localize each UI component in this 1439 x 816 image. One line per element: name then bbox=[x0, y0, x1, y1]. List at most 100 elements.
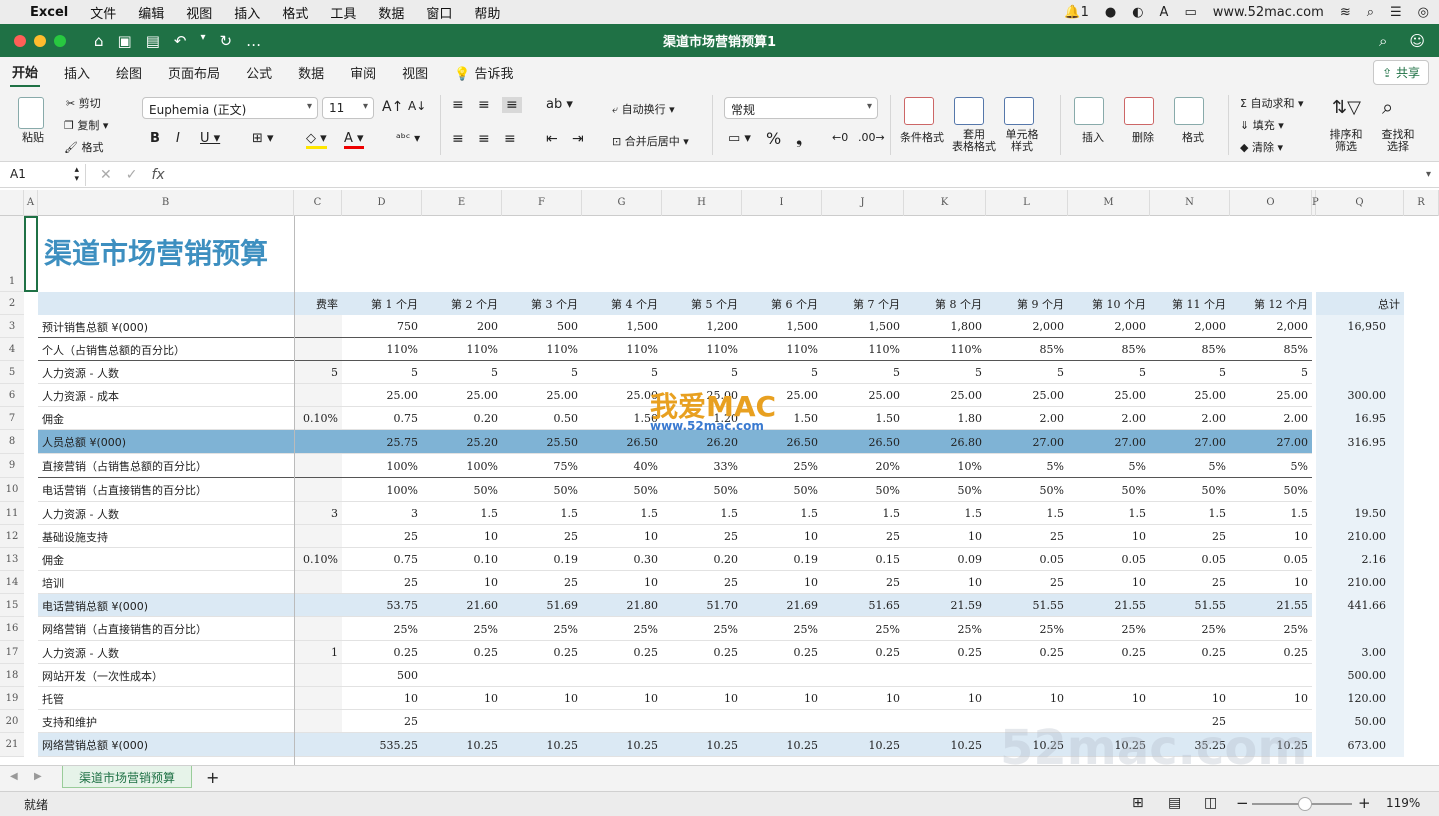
header-month[interactable]: 第 7 个月 bbox=[822, 292, 904, 315]
value-cell[interactable]: 10 bbox=[986, 687, 1068, 710]
row-header[interactable]: 15 bbox=[0, 594, 24, 617]
value-cell[interactable]: 21.59 bbox=[904, 594, 986, 617]
header-month[interactable]: 第 9 个月 bbox=[986, 292, 1068, 315]
conditional-format-icon[interactable] bbox=[904, 97, 934, 125]
row-label[interactable]: 直接营销（占销售总额的百分比） bbox=[38, 454, 294, 478]
value-cell[interactable]: 10 bbox=[422, 687, 502, 710]
sheet-title[interactable]: 渠道市场营销预算 bbox=[44, 232, 268, 272]
format-as-table-label[interactable]: 套用 表格格式 bbox=[950, 129, 998, 153]
header-month[interactable]: 第 10 个月 bbox=[1068, 292, 1150, 315]
value-cell[interactable]: 25 bbox=[822, 571, 904, 594]
value-cell[interactable]: 0.25 bbox=[742, 641, 822, 664]
value-cell[interactable]: 1,200 bbox=[662, 315, 742, 338]
battery-icon[interactable]: ▭ bbox=[1184, 5, 1196, 20]
account-icon[interactable]: ☺ bbox=[1409, 32, 1425, 50]
value-cell[interactable] bbox=[986, 664, 1068, 687]
borders-icon[interactable]: ⊞ ▾ bbox=[252, 131, 274, 146]
row-header[interactable]: 8 bbox=[0, 430, 24, 454]
value-cell[interactable]: 5 bbox=[422, 361, 502, 384]
column-header-d[interactable]: D bbox=[342, 190, 422, 216]
value-cell[interactable]: 25 bbox=[662, 571, 742, 594]
value-cell[interactable]: 1.5 bbox=[422, 502, 502, 525]
font-size-select[interactable]: 11 ▾ bbox=[322, 97, 374, 119]
wrap-text-button[interactable]: ⤶ 自动换行 ▾ bbox=[612, 101, 675, 117]
notification-icon[interactable]: 🔔1 bbox=[1064, 5, 1088, 20]
total-cell[interactable] bbox=[1316, 361, 1390, 384]
row-label[interactable]: 网站开发（一次性成本） bbox=[38, 664, 294, 687]
find-select-icon[interactable]: ⌕ bbox=[1382, 95, 1393, 119]
row-header[interactable]: 11 bbox=[0, 502, 24, 525]
accounting-icon[interactable]: ▭ ▾ bbox=[728, 131, 751, 146]
value-cell[interactable]: 110% bbox=[342, 338, 422, 361]
value-cell[interactable]: 25% bbox=[742, 617, 822, 641]
value-cell[interactable]: 25% bbox=[986, 617, 1068, 641]
row-label[interactable]: 人员总额 ¥(000) bbox=[38, 430, 294, 454]
value-cell[interactable]: 5% bbox=[1150, 454, 1230, 478]
value-cell[interactable] bbox=[422, 664, 502, 687]
row-label[interactable]: 支持和维护 bbox=[38, 710, 294, 733]
value-cell[interactable]: 25% bbox=[662, 617, 742, 641]
rate-cell[interactable]: 5 bbox=[294, 361, 342, 384]
value-cell[interactable]: 53.75 bbox=[342, 594, 422, 617]
paste-label[interactable]: 粘贴 bbox=[22, 129, 44, 145]
column-header-e[interactable]: E bbox=[422, 190, 502, 216]
row-label[interactable]: 电话营销（占直接销售的百分比） bbox=[38, 478, 294, 502]
row-label[interactable]: 基础设施支持 bbox=[38, 525, 294, 548]
value-cell[interactable]: 100% bbox=[342, 478, 422, 502]
header-month[interactable]: 第 5 个月 bbox=[662, 292, 742, 315]
orientation-icon[interactable]: ab ▾ bbox=[546, 97, 573, 112]
zoom-in-icon[interactable]: + bbox=[1358, 794, 1371, 812]
value-cell[interactable]: 25 bbox=[986, 525, 1068, 548]
total-cell[interactable]: 300.00 bbox=[1316, 384, 1390, 407]
value-cell[interactable]: 1.5 bbox=[662, 502, 742, 525]
rate-cell[interactable] bbox=[294, 315, 342, 338]
value-cell[interactable] bbox=[1230, 664, 1312, 687]
row-label[interactable]: 托管 bbox=[38, 687, 294, 710]
value-cell[interactable]: 1.50 bbox=[822, 407, 904, 430]
rate-cell[interactable]: 0.10% bbox=[294, 407, 342, 430]
rate-cell[interactable] bbox=[294, 664, 342, 687]
header-total[interactable]: 总计 bbox=[1316, 292, 1404, 315]
spotlight-icon[interactable]: ⌕ bbox=[1367, 5, 1374, 20]
page-layout-view-icon[interactable]: ▤ bbox=[1168, 795, 1181, 811]
decrease-indent-icon[interactable]: ⇤ bbox=[546, 131, 558, 147]
value-cell[interactable]: 1.5 bbox=[904, 502, 986, 525]
value-cell[interactable]: 100% bbox=[342, 454, 422, 478]
row-header[interactable]: 1 bbox=[0, 216, 24, 292]
column-header-n[interactable]: N bbox=[1150, 190, 1230, 216]
total-cell[interactable]: 19.50 bbox=[1316, 502, 1390, 525]
row-label[interactable]: 网络营销总额 ¥(000) bbox=[38, 733, 294, 757]
delete-cells-label[interactable]: 删除 bbox=[1132, 129, 1154, 145]
find-select-label[interactable]: 查找和 选择 bbox=[1378, 129, 1418, 153]
row-header[interactable]: 12 bbox=[0, 525, 24, 548]
value-cell[interactable]: 50% bbox=[822, 478, 904, 502]
value-cell[interactable]: 26.50 bbox=[742, 430, 822, 454]
value-cell[interactable]: 1.5 bbox=[582, 502, 662, 525]
function-icon[interactable]: fx bbox=[151, 167, 164, 183]
value-cell[interactable]: 10.25 bbox=[822, 733, 904, 757]
value-cell[interactable]: 0.25 bbox=[904, 641, 986, 664]
value-cell[interactable]: 51.69 bbox=[502, 594, 582, 617]
value-cell[interactable]: 1.5 bbox=[502, 502, 582, 525]
zoom-slider-thumb[interactable] bbox=[1298, 797, 1312, 811]
rate-cell[interactable] bbox=[294, 687, 342, 710]
value-cell[interactable]: 5% bbox=[1068, 454, 1150, 478]
value-cell[interactable]: 10 bbox=[502, 687, 582, 710]
value-cell[interactable]: 0.05 bbox=[1150, 548, 1230, 571]
cut-button[interactable]: ✂ 剪切 bbox=[66, 95, 101, 111]
row-header[interactable]: 9 bbox=[0, 454, 24, 478]
total-cell[interactable] bbox=[1316, 338, 1390, 361]
row-header[interactable]: 17 bbox=[0, 641, 24, 664]
value-cell[interactable]: 0.25 bbox=[986, 641, 1068, 664]
value-cell[interactable]: 50% bbox=[422, 478, 502, 502]
column-header-a[interactable]: A bbox=[24, 190, 38, 216]
total-cell[interactable]: 673.00 bbox=[1316, 733, 1390, 757]
header-month[interactable]: 第 1 个月 bbox=[342, 292, 422, 315]
value-cell[interactable]: 10.25 bbox=[662, 733, 742, 757]
sheet-tab-active[interactable]: 渠道市场营销预算 bbox=[62, 766, 193, 788]
value-cell[interactable]: 27.00 bbox=[1150, 430, 1230, 454]
column-header-l[interactable]: L bbox=[986, 190, 1068, 216]
add-sheet-button[interactable]: + bbox=[206, 768, 219, 787]
value-cell[interactable]: 26.50 bbox=[582, 430, 662, 454]
value-cell[interactable]: 10 bbox=[422, 525, 502, 548]
